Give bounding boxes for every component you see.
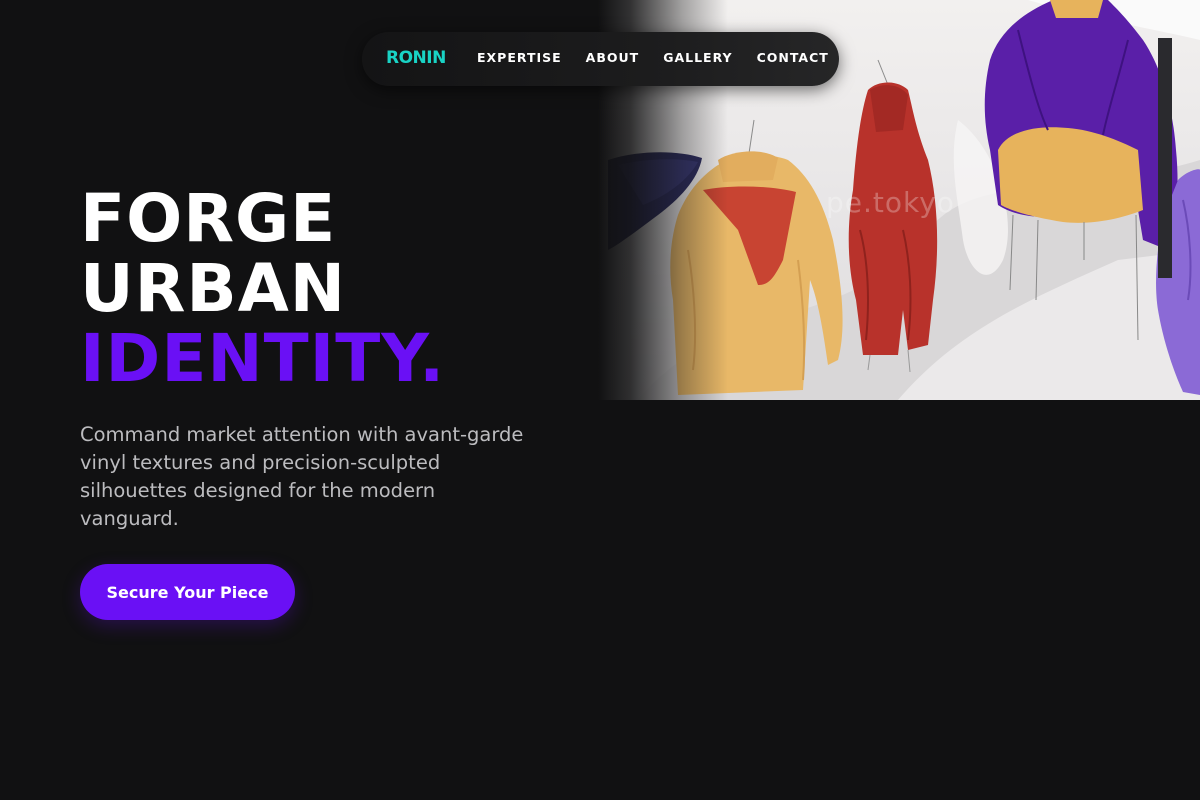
secure-your-piece-button[interactable]: Secure Your Piece: [80, 564, 295, 620]
nav-link-expertise[interactable]: EXPERTISE: [477, 51, 562, 65]
headline-line-1: FORGE: [80, 180, 337, 257]
hero-subtext: Command market attention with avant-gard…: [80, 423, 524, 530]
hero-headline: FORGE URBAN IDENTITY.: [80, 184, 445, 394]
nav-link-gallery[interactable]: GALLERY: [663, 51, 732, 65]
headline-line-3-accent: IDENTITY.: [80, 320, 446, 397]
top-navigation: RONIN EXPERTISE ABOUT GALLERY CONTACT: [362, 32, 839, 86]
nav-link-about[interactable]: ABOUT: [586, 51, 640, 65]
nav-links: EXPERTISE ABOUT GALLERY CONTACT: [477, 51, 853, 65]
image-watermark: pe.tokyo: [826, 186, 955, 219]
nav-link-contact[interactable]: CONTACT: [757, 51, 829, 65]
landing-page: pe.tokyo RONIN EXPERTISE ABOUT GALLERY C…: [0, 0, 1200, 800]
headline-line-2: URBAN: [80, 250, 347, 327]
brand-logo[interactable]: RONIN: [386, 48, 446, 68]
